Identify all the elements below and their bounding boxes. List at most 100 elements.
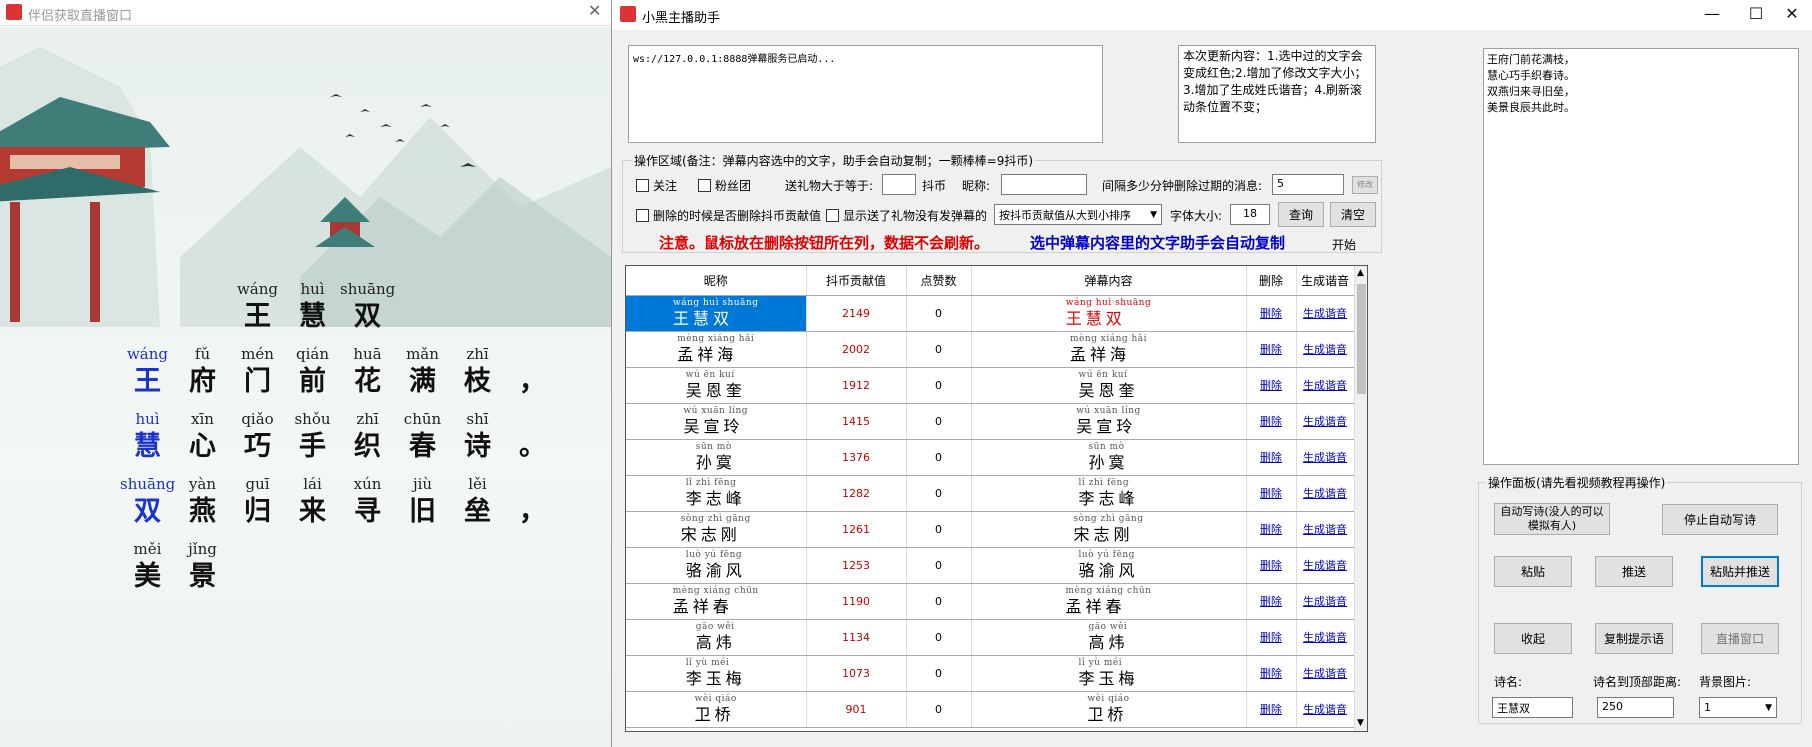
delete-link[interactable]: 删除 — [1260, 631, 1282, 644]
table-row[interactable]: gāo wěi 高炜 1134 0 gāo wěi 高炜 删除 生成谐音 — [626, 619, 1355, 656]
danmaku-cell[interactable]: gāo wěi 高炜 — [971, 619, 1247, 656]
scroll-down-icon[interactable]: ▼ — [1357, 718, 1364, 728]
scroll-thumb[interactable] — [1357, 284, 1366, 394]
generate-homophone-link[interactable]: 生成谐音 — [1303, 631, 1347, 644]
table-row[interactable]: wú xuān líng 吴宣玲 1415 0 wú xuān líng 吴宣玲 删除 生成谐… — [626, 403, 1355, 440]
fans-checkbox[interactable]: 粉丝团 — [698, 177, 751, 194]
nickname-input[interactable] — [1001, 174, 1087, 195]
table-row[interactable]: sòng zhì gāng 宋志刚 1261 0 sòng zhì gāng 宋志刚 删除生… — [626, 511, 1355, 548]
delete-link[interactable]: 删除 — [1260, 487, 1282, 500]
danmaku-cell[interactable]: wèi qiáo 卫桥 — [971, 691, 1247, 728]
update-notes-textbox[interactable]: 本次更新内容：1.选中过的文字会变成红色;2.增加了修改文字大小；3.增加了生成… — [1178, 45, 1376, 143]
column-header[interactable]: 生成谐音 — [1296, 266, 1355, 296]
column-header[interactable]: 删除 — [1246, 266, 1297, 296]
table-row[interactable]: lǐ yù méi 李玉梅 1073 0 lǐ yù méi 李玉梅 删除 生成谐音 — [626, 655, 1355, 692]
generate-homophone-link[interactable]: 生成谐音 — [1303, 667, 1347, 680]
nickname-cell[interactable]: wú ēn kuí 吴恩奎 — [626, 367, 807, 404]
column-header[interactable]: 抖币贡献值 — [806, 266, 907, 296]
table-row[interactable]: sūn mò 孙寞 1376 0 sūn mò 孙寞 删除 生成谐音 — [626, 439, 1355, 476]
table-row[interactable]: wèi qiáo 卫桥 901 0 wèi qiáo 卫桥 删除 生成谐音 — [626, 691, 1355, 728]
push-button[interactable]: 推送 — [1595, 556, 1673, 587]
column-header[interactable]: 弹幕内容 — [971, 266, 1247, 296]
sort-select[interactable]: 按抖币贡献值从大到小排序 ▼ — [994, 204, 1162, 225]
nickname-cell[interactable]: wèi qiáo 卫桥 — [626, 691, 807, 728]
generate-homophone-link[interactable]: 生成谐音 — [1303, 343, 1347, 356]
delete-link[interactable]: 删除 — [1260, 307, 1282, 320]
table-row[interactable]: lǐ zhì fēng 李志峰 1282 0 lǐ zhì fēng 李志峰 删除 生成谐音 — [626, 475, 1355, 512]
nickname-cell[interactable]: lǐ zhì fēng 李志峰 — [626, 475, 807, 512]
nickname-cell[interactable]: wú xuān líng 吴宣玲 — [626, 403, 807, 440]
generate-homophone-link[interactable]: 生成谐音 — [1303, 523, 1347, 536]
danmaku-cell[interactable]: sòng zhì gāng 宋志刚 — [971, 511, 1247, 548]
follow-checkbox[interactable]: 关注 — [636, 177, 677, 194]
nickname-cell[interactable]: gāo wěi 高炜 — [626, 619, 807, 656]
generate-homophone-link[interactable]: 生成谐音 — [1303, 415, 1347, 428]
column-header[interactable]: 昵称 — [626, 266, 807, 296]
clear-button[interactable]: 清空 — [1330, 202, 1376, 227]
danmaku-cell[interactable]: lǐ zhì fēng 李志峰 — [971, 475, 1247, 512]
poem-name-input[interactable]: 王慧双 — [1492, 697, 1573, 718]
column-header[interactable]: 点赞数 — [906, 266, 972, 296]
generate-homophone-link[interactable]: 生成谐音 — [1303, 703, 1347, 716]
delete-link[interactable]: 删除 — [1260, 343, 1282, 356]
danmaku-cell[interactable]: mèng xiáng hǎi 孟祥海 — [971, 331, 1247, 368]
danmaku-cell[interactable]: lǐ yù méi 李玉梅 — [971, 655, 1247, 692]
generate-homophone-link[interactable]: 生成谐音 — [1303, 451, 1347, 464]
top-distance-input[interactable]: 250 — [1597, 697, 1674, 718]
generate-homophone-link[interactable]: 生成谐音 — [1303, 559, 1347, 572]
nickname-cell[interactable]: sòng zhì gāng 宋志刚 — [626, 511, 807, 548]
collapse-button[interactable]: 收起 — [1494, 623, 1572, 654]
stop-auto-write-button[interactable]: 停止自动写诗 — [1662, 504, 1778, 535]
background-select[interactable]: 1 ▼ — [1699, 697, 1777, 718]
table-row[interactable]: mèng xiáng hǎi 孟祥海 2002 0 mèng xiáng hǎi 孟祥海删… — [626, 331, 1355, 368]
paste-button[interactable]: 粘贴 — [1494, 556, 1572, 587]
table-row[interactable]: mèng xiáng chūn 孟祥春 1190 0 mèng xiáng chūn 孟祥… — [626, 583, 1355, 620]
delete-link[interactable]: 删除 — [1260, 595, 1282, 608]
nickname-cell[interactable]: mèng xiáng chūn 孟祥春 — [626, 583, 807, 620]
table-row[interactable]: wáng huì shuāng 王慧双 2149 0 wáng huì shuāng 王慧… — [626, 295, 1355, 332]
delete-link[interactable]: 删除 — [1260, 703, 1282, 716]
vertical-scrollbar[interactable]: ▲ ▼ — [1354, 266, 1367, 731]
generate-homophone-link[interactable]: 生成谐音 — [1303, 487, 1347, 500]
auto-write-button[interactable]: 自动写诗(没人的可以模拟有人) — [1494, 503, 1610, 535]
copy-hint-button[interactable]: 复制提示语 — [1595, 623, 1673, 654]
nickname-cell[interactable]: mèng xiáng hǎi 孟祥海 — [626, 331, 807, 368]
query-button[interactable]: 查询 — [1278, 202, 1324, 227]
table-row[interactable]: wú ēn kuí 吴恩奎 1912 0 wú ēn kuí 吴恩奎 删除 生成谐音 — [626, 367, 1355, 404]
generate-homophone-link[interactable]: 生成谐音 — [1303, 595, 1347, 608]
nickname-cell[interactable]: luò yú fēng 骆渝风 — [626, 547, 807, 584]
danmaku-cell[interactable]: luò yú fēng 骆渝风 — [971, 547, 1247, 584]
live-window-button[interactable]: 直播窗口 — [1701, 623, 1779, 654]
delete-link[interactable]: 删除 — [1260, 559, 1282, 572]
table-row[interactable]: luò yú fēng 骆渝风 1253 0 luò yú fēng 骆渝风 删除 生成谐音 — [626, 547, 1355, 584]
generate-homophone-link[interactable]: 生成谐音 — [1303, 379, 1347, 392]
danmaku-table[interactable]: 昵称 抖币贡献值 点赞数 弹幕内容 删除 生成谐音 wáng huì shuāng 王慧双 2… — [625, 265, 1368, 732]
gift-input[interactable] — [882, 174, 916, 195]
delete-link[interactable]: 删除 — [1260, 667, 1282, 680]
generate-homophone-link[interactable]: 生成谐音 — [1303, 307, 1347, 320]
nickname-cell[interactable]: lǐ yù méi 李玉梅 — [626, 655, 807, 692]
poem-output-textbox[interactable]: 王府门前花满枝， 慧心巧手织春诗。 双燕归来寻旧垒， 美景良辰共此时。 — [1483, 48, 1799, 465]
interval-input[interactable]: 5 — [1272, 174, 1344, 195]
delete-link[interactable]: 删除 — [1260, 415, 1282, 428]
danmaku-cell[interactable]: wáng huì shuāng 王慧双 — [971, 295, 1247, 332]
scroll-up-icon[interactable]: ▲ — [1357, 268, 1364, 278]
font-size-input[interactable]: 18 — [1230, 204, 1270, 225]
delete-link[interactable]: 删除 — [1260, 379, 1282, 392]
danmaku-cell[interactable]: wú xuān líng 吴宣玲 — [971, 403, 1247, 440]
danmaku-cell[interactable]: mèng xiáng chūn 孟祥春 — [971, 583, 1247, 620]
minimize-icon[interactable]: — — [1692, 4, 1732, 23]
show-gift-checkbox[interactable]: 显示送了礼物没有发弹幕的 — [826, 207, 987, 224]
nickname-cell[interactable]: sūn mò 孙寞 — [626, 439, 807, 476]
close-icon[interactable]: ✕ — [1772, 4, 1812, 23]
nickname-cell[interactable]: wáng huì shuāng 王慧双 — [626, 295, 807, 332]
close-icon[interactable]: ✕ — [588, 1, 601, 20]
log-textbox[interactable]: ws://127.0.0.1:8888弹幕服务已启动... — [628, 45, 1103, 143]
paste-and-push-button[interactable]: 粘贴并推送 — [1701, 556, 1779, 587]
modify-button[interactable]: 修改 — [1352, 176, 1378, 194]
maximize-icon[interactable]: ☐ — [1736, 4, 1776, 23]
delete-coins-checkbox[interactable]: 删除的时候是否删除抖币贡献值 — [636, 207, 821, 224]
delete-link[interactable]: 删除 — [1260, 523, 1282, 536]
delete-link[interactable]: 删除 — [1260, 451, 1282, 464]
danmaku-cell[interactable]: sūn mò 孙寞 — [971, 439, 1247, 476]
